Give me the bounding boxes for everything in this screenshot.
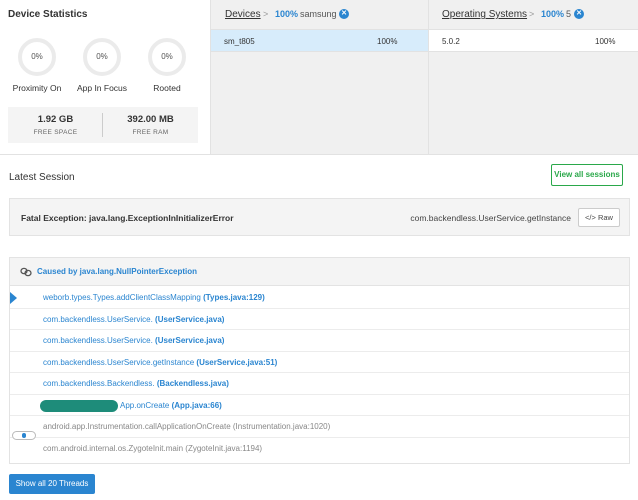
device-row-pct: 100% bbox=[377, 37, 398, 46]
stack-frame[interactable]: com.backendless.UserService. (UserServic… bbox=[10, 330, 629, 352]
stack-frame[interactable]: android.app.Instrumentation.callApplicat… bbox=[10, 416, 629, 438]
stack-frame[interactable]: weborb.types.Types.addClientClassMapping… bbox=[10, 287, 629, 309]
os-filter-pct: 100% bbox=[541, 9, 565, 19]
os-panel-header: Operating Systems > 100% 5 ✕ bbox=[429, 0, 638, 28]
frame-method: com.backendless.UserService. bbox=[43, 314, 156, 324]
frame-file: (Backendless.java) bbox=[156, 379, 229, 388]
view-all-sessions-button[interactable]: View all sessions bbox=[551, 164, 623, 186]
latest-session-title: Latest Session bbox=[9, 172, 75, 183]
proximity-value: 0% bbox=[31, 52, 43, 61]
devices-panel-header: Devices > 100% samsung ✕ bbox=[211, 0, 428, 28]
fatal-exception-method: com.backendless.UserService.getInstance bbox=[410, 213, 571, 223]
os-filter-name: 5 bbox=[566, 9, 572, 19]
link-icon bbox=[20, 267, 32, 277]
frame-file: (UserService.java) bbox=[155, 336, 225, 345]
frame-file: (Types.java:129) bbox=[203, 293, 265, 302]
code-icon: </> bbox=[585, 213, 598, 222]
caused-by-label: Caused by java.lang.NullPointerException bbox=[37, 267, 198, 276]
show-all-threads-button[interactable]: Show all 20 Threads bbox=[9, 474, 95, 494]
rooted-value: 0% bbox=[161, 52, 173, 61]
stack-frame[interactable]: com.android.internal.os.ZygoteInit.main … bbox=[10, 430, 629, 460]
os-row-5-0-2[interactable]: 5.0.2 100% bbox=[429, 29, 638, 52]
free-space-value: 1.92 GB bbox=[37, 114, 74, 125]
device-row-sm-t805[interactable]: sm_t805 100% bbox=[211, 29, 428, 52]
app-in-focus-value: 0% bbox=[96, 52, 108, 61]
frame-method: com.android.internal.os.ZygoteInit.main bbox=[43, 443, 186, 453]
active-frame-marker-icon bbox=[10, 292, 17, 304]
free-ram-label: FREE RAM bbox=[132, 129, 169, 136]
close-circle-icon[interactable]: ✕ bbox=[574, 9, 584, 19]
stack-frame[interactable]: com.backendless.Backendless. (Backendles… bbox=[10, 373, 629, 395]
frame-method: com.backendless.Backendless. bbox=[43, 379, 157, 388]
devices-link[interactable]: Devices bbox=[225, 9, 261, 20]
frame-file: (UserService.java:51) bbox=[196, 357, 278, 367]
storage-summary: 1.92 GB FREE SPACE 392.00 MB FREE RAM bbox=[8, 107, 198, 143]
os-row-pct: 100% bbox=[595, 37, 616, 46]
fatal-exception-bar: Fatal Exception: java.lang.ExceptionInIn… bbox=[9, 198, 630, 236]
frame-file: (ZygoteInit.java:1194) bbox=[185, 443, 263, 453]
os-breadcrumb-arrow: > bbox=[529, 9, 535, 19]
frame-method: android.app.Instrumentation.callApplicat… bbox=[43, 422, 233, 431]
stack-trace-header: Caused by java.lang.NullPointerException bbox=[10, 258, 629, 286]
device-statistics-title: Device Statistics bbox=[8, 9, 88, 20]
frame-method: weborb.types.Types.addClientClassMapping bbox=[43, 293, 204, 302]
close-circle-icon[interactable]: ✕ bbox=[339, 9, 349, 19]
stack-frame[interactable]: com.backendless.UserService.getInstance … bbox=[10, 352, 629, 373]
operating-systems-panel: Operating Systems > 100% 5 ✕ 5.0.2 100% bbox=[428, 0, 638, 154]
stack-frame[interactable]: App.onCreate (App.java:66) bbox=[10, 395, 629, 416]
stack-trace: Caused by java.lang.NullPointerException… bbox=[9, 257, 630, 464]
free-ram-value: 392.00 MB bbox=[127, 114, 174, 125]
section-divider bbox=[0, 154, 638, 155]
devices-panel: Devices > 100% samsung ✕ sm_t805 100% bbox=[210, 0, 428, 154]
device-statistics-panel: Device Statistics 0% Proximity On 0% App… bbox=[0, 0, 210, 154]
redaction-mark bbox=[40, 399, 118, 412]
collapse-toggle-icon[interactable] bbox=[12, 430, 36, 440]
free-space-label: FREE SPACE bbox=[33, 129, 78, 136]
fatal-exception-title: Fatal Exception: java.lang.ExceptionInIn… bbox=[21, 213, 234, 223]
devices-filter-name: samsung bbox=[300, 9, 337, 19]
stack-frame[interactable]: com.backendless.UserService. (UserServic… bbox=[10, 309, 629, 330]
devices-filter-pct: 100% bbox=[275, 9, 299, 19]
frame-file: (App.java:66) bbox=[171, 400, 222, 410]
operating-systems-link[interactable]: Operating Systems bbox=[442, 9, 527, 20]
app-in-focus-label: App In Focus bbox=[76, 83, 128, 93]
os-row-name: 5.0.2 bbox=[442, 37, 460, 46]
raw-button[interactable]: </> Raw bbox=[578, 208, 620, 227]
rooted-label: Rooted bbox=[153, 83, 181, 93]
frame-method: com.backendless.UserService. bbox=[43, 336, 156, 345]
device-row-name: sm_t805 bbox=[224, 37, 255, 46]
devices-breadcrumb-arrow: > bbox=[263, 9, 269, 19]
frame-method: App.onCreate bbox=[120, 400, 172, 410]
proximity-label: Proximity On bbox=[12, 83, 62, 93]
frame-file: (Instrumentation.java:1020) bbox=[232, 422, 331, 431]
frame-file: (UserService.java) bbox=[155, 314, 225, 324]
frame-method: com.backendless.UserService.getInstance bbox=[43, 357, 197, 367]
raw-button-label: Raw bbox=[597, 213, 613, 222]
